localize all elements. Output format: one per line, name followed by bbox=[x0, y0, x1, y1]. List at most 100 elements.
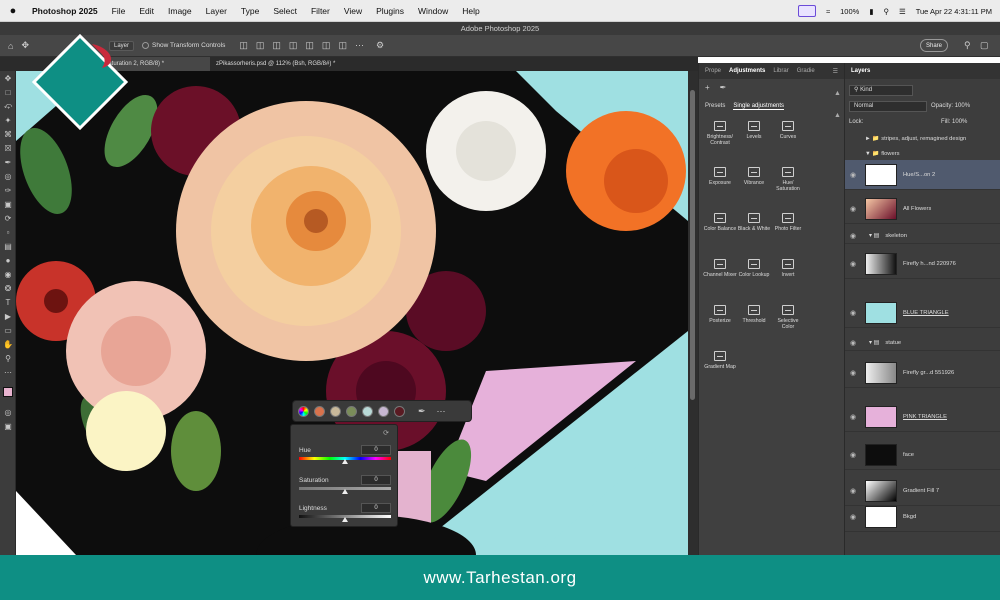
gradient-tool-icon[interactable]: ▤ bbox=[0, 239, 16, 253]
menu-filter[interactable]: Filter bbox=[305, 6, 338, 16]
visibility-eye-icon[interactable]: ◉ bbox=[845, 260, 861, 268]
visibility-eye-icon[interactable]: ◉ bbox=[845, 487, 861, 495]
layer-row[interactable]: ◉ Firefly h...nd 220976 bbox=[845, 249, 1000, 279]
align-left-icon[interactable]: ◫ bbox=[239, 40, 248, 51]
tab-libraries[interactable]: Librar bbox=[773, 68, 788, 74]
tab-properties[interactable]: Prope bbox=[705, 68, 721, 74]
path-select-icon[interactable]: ▶ bbox=[0, 309, 16, 323]
filter-kind-dropdown[interactable]: ⚲ Kind bbox=[849, 85, 913, 96]
menu-app-name[interactable]: Photoshop 2025 bbox=[26, 6, 106, 16]
adjustment-item[interactable]: Curves bbox=[771, 121, 805, 161]
lasso-tool-icon[interactable]: ⤽ bbox=[0, 99, 16, 113]
opacity-value[interactable]: 100% bbox=[955, 103, 970, 109]
visibility-eye-icon[interactable]: ◉ bbox=[845, 171, 861, 179]
move-tool-icon[interactable]: ✥ bbox=[0, 71, 16, 85]
workspace-icon[interactable]: ▢ bbox=[980, 40, 989, 51]
group-stripes[interactable]: ► 📁 stripes, adjust, remagined design bbox=[865, 136, 966, 142]
add-icon[interactable]: + bbox=[705, 83, 710, 92]
eyedropper-icon[interactable]: ✒ bbox=[720, 83, 727, 92]
adjustment-item[interactable]: Vibrance bbox=[737, 167, 771, 207]
wifi-icon[interactable]: ≈ bbox=[826, 7, 830, 16]
saturation-value-field[interactable]: 0 bbox=[361, 475, 391, 485]
control-center-icon[interactable]: ☰ bbox=[899, 7, 906, 16]
visibility-eye-icon[interactable]: ◉ bbox=[845, 513, 861, 521]
eraser-tool-icon[interactable]: ▫ bbox=[0, 225, 16, 239]
hue-slider-knob[interactable] bbox=[342, 459, 348, 464]
layer-row[interactable]: ◉ Firefly gr...d 551926 bbox=[845, 358, 1000, 388]
frame-tool-icon[interactable]: ☒ bbox=[0, 141, 16, 155]
more-icon[interactable]: ⋯ bbox=[355, 40, 364, 51]
layer-row[interactable]: ◉ ▾ ▤ skeleton bbox=[845, 228, 1000, 244]
history-icon[interactable]: ▲ bbox=[834, 83, 841, 105]
adjustment-item[interactable]: Levels bbox=[737, 121, 771, 161]
adjustment-item[interactable]: Color Balance bbox=[703, 213, 737, 253]
screen-mode-icon[interactable]: ▣ bbox=[0, 419, 16, 433]
fill-value[interactable]: 100% bbox=[952, 119, 967, 125]
swatch-green[interactable] bbox=[346, 405, 357, 417]
color-wheel-icon[interactable] bbox=[298, 405, 309, 417]
blur-tool-icon[interactable]: ● bbox=[0, 253, 16, 267]
tab-single-adjustments[interactable]: Single adjustments bbox=[733, 103, 785, 110]
lightness-value-field[interactable]: 0 bbox=[361, 503, 391, 513]
search-icon[interactable]: ⚲ bbox=[964, 40, 971, 51]
blend-mode-dropdown[interactable]: Normal bbox=[849, 101, 927, 112]
adjustment-item[interactable]: Photo Filter bbox=[771, 213, 805, 253]
object-select-icon[interactable]: ✦ bbox=[0, 113, 16, 127]
layer-row[interactable]: ◉ ▾ ▤ statue bbox=[845, 335, 1000, 351]
menu-plugins[interactable]: Plugins bbox=[370, 6, 412, 16]
show-transform-checkbox[interactable] bbox=[142, 42, 149, 49]
eyedropper-icon[interactable]: ✒ bbox=[418, 406, 426, 417]
swatch-tan[interactable] bbox=[330, 405, 341, 417]
tab-gradients[interactable]: Gradie bbox=[797, 68, 815, 74]
stamp-tool-icon[interactable]: ▣ bbox=[0, 197, 16, 211]
crop-tool-icon[interactable]: ⌘ bbox=[0, 127, 16, 141]
healing-brush-icon[interactable]: ◎ bbox=[0, 169, 16, 183]
adjustment-item[interactable]: Posterize bbox=[703, 305, 737, 345]
layer-row[interactable]: ◉ face bbox=[845, 440, 1000, 470]
scrollbar-thumb[interactable] bbox=[690, 90, 695, 400]
hue-value-field[interactable]: 0 bbox=[361, 445, 391, 455]
adjustment-item[interactable]: Gradient Map bbox=[703, 351, 737, 391]
eyedropper-icon[interactable]: ✒ bbox=[0, 155, 16, 169]
adjustment-item[interactable]: Invert bbox=[771, 259, 805, 299]
layer-row[interactable]: ◉ PINK TRIANGLE bbox=[845, 402, 1000, 432]
marquee-tool-icon[interactable]: □ bbox=[0, 85, 16, 99]
adjustment-item[interactable]: Color Lookup bbox=[737, 259, 771, 299]
menu-layer[interactable]: Layer bbox=[200, 6, 235, 16]
apple-icon[interactable]: ● bbox=[0, 5, 26, 17]
gear-icon[interactable]: ⚙ bbox=[376, 40, 384, 51]
adjustment-item[interactable]: Hue/ Saturation bbox=[771, 167, 805, 207]
tab-adjustments[interactable]: Adjustments bbox=[729, 68, 765, 74]
adjustment-item[interactable]: Threshold bbox=[737, 305, 771, 345]
adjustment-item[interactable]: Exposure bbox=[703, 167, 737, 207]
more-icon[interactable]: ⋯ bbox=[437, 406, 446, 417]
menu-type[interactable]: Type bbox=[235, 6, 267, 16]
swatch-orange[interactable] bbox=[314, 405, 325, 417]
reset-icon[interactable]: ⟳ bbox=[383, 429, 389, 437]
tab-presets[interactable]: Presets bbox=[705, 103, 725, 110]
pen-tool-icon[interactable]: ❂ bbox=[0, 281, 16, 295]
visibility-eye-icon[interactable]: ◉ bbox=[845, 451, 861, 459]
menu-help[interactable]: Help bbox=[456, 6, 487, 16]
lightness-slider-knob[interactable] bbox=[342, 517, 348, 522]
panel-menu-icon[interactable]: ☰ bbox=[833, 68, 838, 75]
distribute-icon[interactable]: ◫ bbox=[338, 40, 347, 51]
more-tools-icon[interactable]: ⋯ bbox=[0, 365, 16, 379]
battery-icon[interactable]: ▮ bbox=[869, 7, 873, 16]
swatch-mint[interactable] bbox=[362, 405, 373, 417]
saturation-slider-knob[interactable] bbox=[342, 489, 348, 494]
menu-view[interactable]: View bbox=[338, 6, 370, 16]
menu-window[interactable]: Window bbox=[412, 6, 456, 16]
align-top-icon[interactable]: ◫ bbox=[289, 40, 298, 51]
align-center-icon[interactable]: ◫ bbox=[256, 40, 265, 51]
hand-tool-icon[interactable]: ✋ bbox=[0, 337, 16, 351]
quick-mask-icon[interactable]: ◎ bbox=[0, 405, 16, 419]
screen-record-icon[interactable] bbox=[798, 5, 817, 17]
adjustment-item[interactable]: Black & White bbox=[737, 213, 771, 253]
opacity-control[interactable]: Opacity: 100% bbox=[931, 103, 970, 109]
adjustment-item[interactable]: Selective Color bbox=[771, 305, 805, 345]
menu-image[interactable]: Image bbox=[162, 6, 200, 16]
menu-select[interactable]: Select bbox=[267, 6, 305, 16]
visibility-eye-icon[interactable]: ◉ bbox=[845, 413, 861, 421]
dodge-tool-icon[interactable]: ◉ bbox=[0, 267, 16, 281]
